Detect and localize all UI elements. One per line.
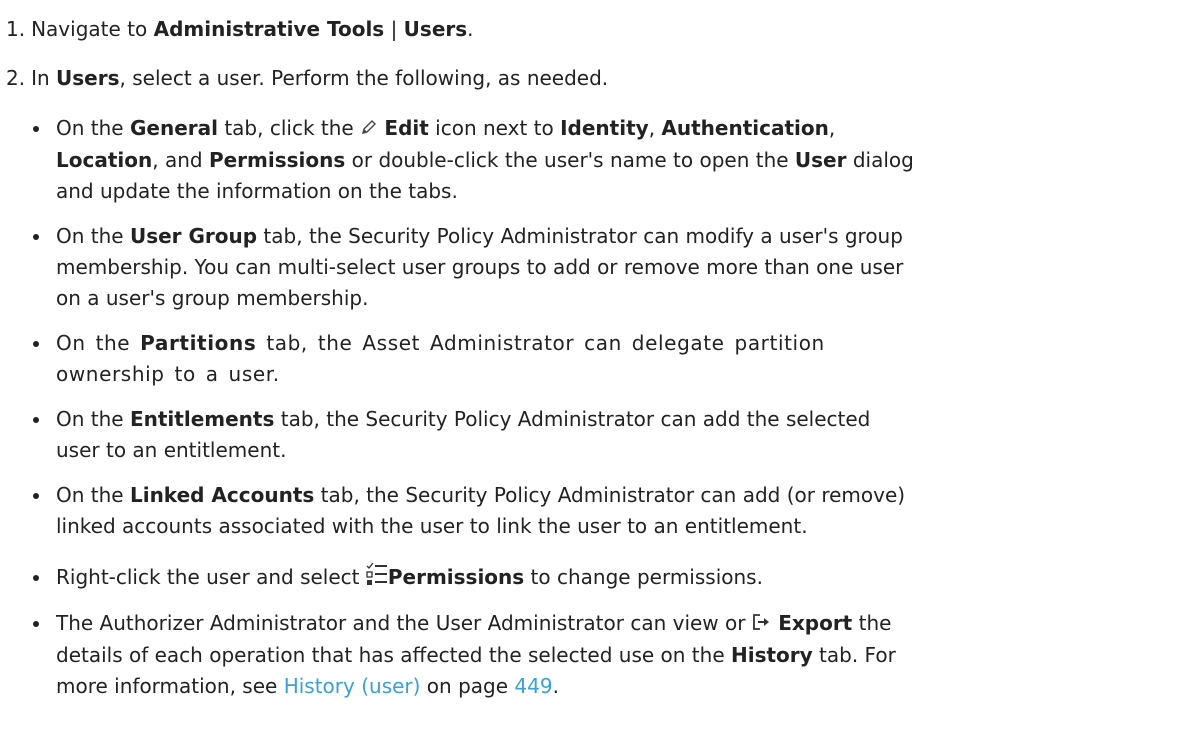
export-icon [752,609,772,640]
permissions-label: Permissions [387,565,525,589]
list-item-history: The Authorizer Administrator and the Use… [0,608,1176,702]
step-number: 1. [6,17,26,41]
bullet-dot [33,621,39,627]
menu-users: Users [403,17,468,41]
step-2: 2. In Users, select a user. Perform the f… [6,66,609,90]
history-user-link[interactable]: History (user) [284,674,421,698]
bullet-dot [33,341,39,347]
bullet-dot [33,234,39,240]
bullet-dot [33,126,39,132]
export-label: Export [778,611,853,635]
menu-administrative-tools: Administrative Tools [153,17,385,41]
list-item-right-click: Right-click the user and select Permissi… [0,562,1176,594]
bullet-dot [33,493,39,499]
step-number: 2. [6,66,26,90]
list-item-general: On the General tab, click the Edit icon … [0,113,1176,207]
edit-label: Edit [384,116,429,140]
list-item-partitions: On the Partitions tab, the Asset Adminis… [0,328,1176,390]
permissions-checklist-icon [366,562,388,594]
bullet-dot [33,417,39,423]
document-page: 1. Navigate to Administrative Tools | Use… [0,0,1187,754]
list-item-entitlements: On the Entitlements tab, the Security Po… [0,404,1176,466]
bullet-dot [33,575,39,581]
page-number-link[interactable]: 449 [514,674,552,698]
pencil-icon [360,114,378,145]
options-list: On the General tab, click the Edit icon … [0,113,1187,716]
step-1: 1. Navigate to Administrative Tools | Use… [6,17,474,41]
list-item-linked-accounts: On the Linked Accounts tab, the Security… [0,480,1176,542]
users-label: Users [56,66,120,90]
list-item-user-group: On the User Group tab, the Security Poli… [0,221,1176,314]
